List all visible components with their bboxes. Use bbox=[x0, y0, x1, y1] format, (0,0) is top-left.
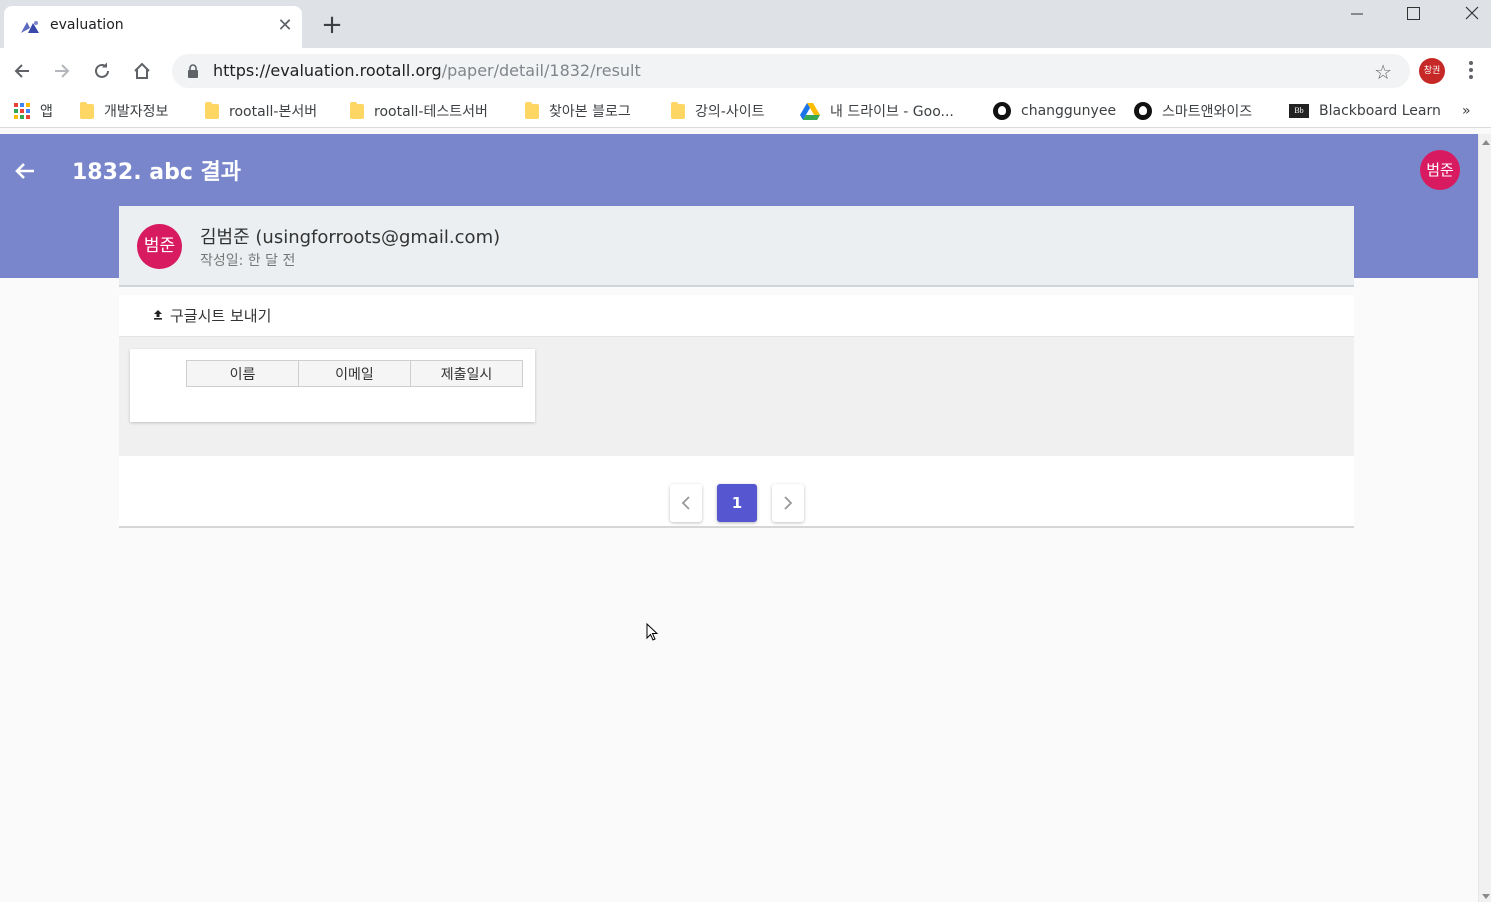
back-button[interactable] bbox=[8, 57, 36, 85]
home-icon bbox=[134, 62, 150, 79]
reload-icon bbox=[95, 62, 109, 78]
bookmark-label: changgunyee bbox=[1021, 103, 1117, 119]
chevron-right-icon bbox=[784, 496, 793, 510]
bookmark-label: rootall-테스트서버 bbox=[374, 104, 488, 120]
next-page-button[interactable] bbox=[772, 484, 804, 522]
folder-icon bbox=[525, 101, 539, 119]
google-drive-icon bbox=[800, 102, 820, 120]
bookmark-label: rootall-본서버 bbox=[229, 104, 318, 120]
browser-menu-icon[interactable] bbox=[1462, 58, 1480, 84]
bookmark-apps[interactable]: 앱 bbox=[14, 101, 53, 121]
bookmark-label: Blackboard Learn bbox=[1319, 103, 1441, 119]
folder-icon bbox=[205, 101, 219, 119]
page-title: 1832. abc 결과 bbox=[72, 160, 242, 185]
browser-tab[interactable]: evaluation ✕ bbox=[4, 6, 302, 48]
blackboard-icon: Bb bbox=[1289, 104, 1309, 118]
bookmark-label: 스마트앤와이즈 bbox=[1162, 104, 1253, 120]
minimize-button[interactable] bbox=[1329, 0, 1385, 30]
table-header-row: 이름 이메일 제출일시 bbox=[186, 360, 523, 387]
bookmark-item[interactable]: 스마트앤와이즈 bbox=[1134, 101, 1252, 121]
back-arrow-icon bbox=[14, 64, 29, 78]
result-grid-area: 이름 이메일 제출일시 bbox=[119, 337, 1354, 456]
forward-arrow-icon bbox=[55, 64, 70, 78]
mouse-cursor-icon bbox=[646, 623, 659, 641]
column-header-submitted-at[interactable]: 제출일시 bbox=[410, 360, 523, 387]
reload-button[interactable] bbox=[88, 57, 116, 85]
page-scrollbar[interactable] bbox=[1478, 134, 1491, 902]
bookmark-item[interactable]: Bb Blackboard Learn bbox=[1289, 101, 1441, 121]
url-host: https://evaluation.rootall.org bbox=[213, 61, 442, 80]
author-card: 범준 김범준 (usingforroots@gmail.com) 작성일: 한 … bbox=[119, 206, 1354, 287]
export-toolbar: 구글시트 보내기 bbox=[119, 295, 1354, 337]
close-window-button[interactable] bbox=[1441, 0, 1491, 30]
page-button-current[interactable]: 1 bbox=[717, 484, 757, 522]
scroll-down-icon[interactable] bbox=[1482, 894, 1490, 899]
user-avatar[interactable]: 범준 bbox=[1420, 150, 1460, 190]
minimize-icon bbox=[1351, 13, 1363, 15]
github-icon bbox=[993, 102, 1011, 120]
author-avatar: 범준 bbox=[137, 224, 182, 269]
tab-strip: evaluation ✕ + bbox=[0, 0, 1491, 48]
back-arrow-icon[interactable] bbox=[12, 158, 38, 184]
bookmark-star-icon[interactable]: ☆ bbox=[1374, 60, 1392, 84]
bookmark-item[interactable]: rootall-본서버 bbox=[205, 101, 317, 121]
home-button[interactable] bbox=[128, 57, 156, 85]
bookmark-item[interactable]: 개발자정보 bbox=[80, 101, 168, 121]
bookmark-label: 찾아본 블로그 bbox=[549, 104, 631, 120]
maximize-button[interactable] bbox=[1385, 0, 1441, 30]
url-text: https://evaluation.rootall.org/paper/det… bbox=[213, 61, 641, 80]
browser-profile-avatar[interactable]: 창권 bbox=[1419, 58, 1445, 84]
github-icon bbox=[1134, 102, 1152, 120]
bookmark-item[interactable]: changgunyee bbox=[993, 101, 1116, 121]
bookmarks-bar: 앱 개발자정보 rootall-본서버 rootall-테스트서버 찾아본 블로… bbox=[0, 94, 1491, 128]
tab-close-icon[interactable]: ✕ bbox=[274, 15, 296, 37]
scroll-up-icon[interactable] bbox=[1482, 140, 1490, 145]
bookmark-item[interactable]: 강의-사이트 bbox=[671, 101, 764, 121]
new-tab-button[interactable]: + bbox=[318, 12, 346, 40]
author-created-date: 작성일: 한 달 전 bbox=[200, 253, 296, 269]
export-label: 구글시트 보내기 bbox=[170, 307, 272, 325]
tab-title: evaluation bbox=[50, 17, 124, 33]
lock-icon bbox=[188, 64, 198, 78]
column-header-email[interactable]: 이메일 bbox=[298, 360, 411, 387]
forward-button[interactable] bbox=[48, 57, 76, 85]
folder-icon bbox=[671, 101, 685, 119]
pagination: 1 bbox=[119, 456, 1354, 528]
bookmarks-overflow-button[interactable]: » bbox=[1462, 101, 1471, 121]
result-panel: 범준 김범준 (usingforroots@gmail.com) 작성일: 한 … bbox=[119, 206, 1354, 528]
bookmark-item[interactable]: rootall-테스트서버 bbox=[350, 101, 488, 121]
site-favicon-icon bbox=[21, 21, 39, 33]
prev-page-button[interactable] bbox=[670, 484, 702, 522]
bookmark-item[interactable]: 내 드라이브 - Goo... bbox=[800, 101, 954, 121]
url-path: /paper/detail/1832/result bbox=[441, 61, 641, 80]
maximize-icon bbox=[1407, 7, 1420, 20]
bookmark-label: 개발자정보 bbox=[104, 104, 169, 120]
export-google-sheet-button[interactable]: 구글시트 보내기 bbox=[153, 305, 271, 326]
result-grid-card: 이름 이메일 제출일시 bbox=[130, 349, 535, 422]
column-header-name[interactable]: 이름 bbox=[186, 360, 299, 387]
bookmark-item[interactable]: 찾아본 블로그 bbox=[525, 101, 631, 121]
folder-icon bbox=[350, 101, 364, 119]
browser-toolbar: https://evaluation.rootall.org/paper/det… bbox=[0, 48, 1491, 94]
chevron-left-icon bbox=[681, 496, 690, 510]
apps-grid-icon bbox=[14, 103, 30, 119]
bookmark-apps-label: 앱 bbox=[40, 104, 53, 120]
address-bar[interactable]: https://evaluation.rootall.org/paper/det… bbox=[172, 54, 1410, 88]
result-table: 이름 이메일 제출일시 bbox=[186, 360, 523, 387]
upload-icon bbox=[153, 309, 163, 323]
bookmark-label: 강의-사이트 bbox=[695, 104, 765, 120]
bookmark-label: 내 드라이브 - Goo... bbox=[830, 104, 954, 120]
close-window-icon bbox=[1465, 6, 1479, 20]
author-name: 김범준 (usingforroots@gmail.com) bbox=[200, 227, 501, 248]
folder-icon bbox=[80, 101, 94, 119]
